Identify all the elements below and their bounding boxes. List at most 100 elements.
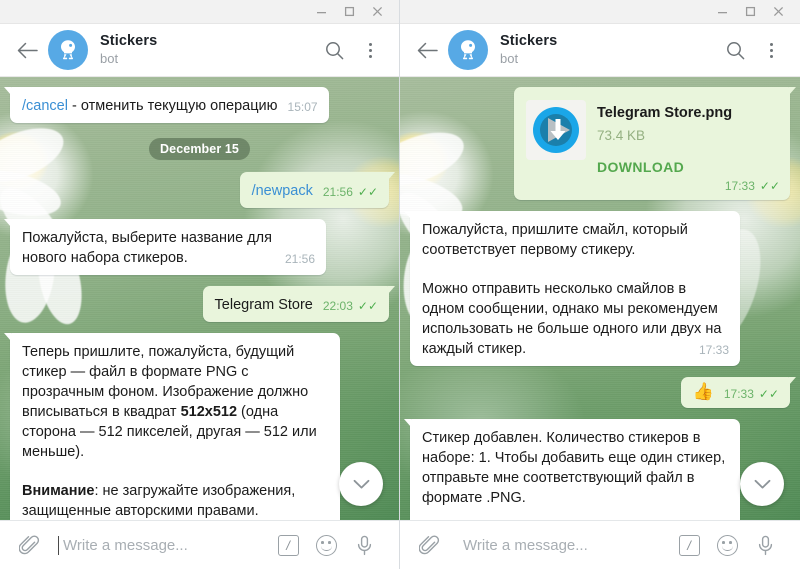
scroll-to-bottom-button[interactable] [740,462,784,506]
minimize-button[interactable] [708,1,736,23]
maximize-button[interactable] [335,1,363,23]
message-bubble[interactable]: Теперь пришлите, пожалуйста, будущий сти… [4,333,340,520]
timestamp: 15:07 [287,100,318,114]
message-list-left[interactable]: /cancel - отменить текущую операцию 15:07… [0,77,399,520]
message-row[interactable]: /newpack 21:56 ✓✓ [10,172,396,208]
message-bubble[interactable]: Пожалуйста, пришлите смайл, который соот… [404,211,740,366]
message-meta: 21:56 [285,250,315,268]
page-title: Stickers [100,33,158,50]
peer-info[interactable]: Stickers bot [500,33,714,67]
smiley-icon[interactable] [307,530,345,560]
emoji-content: 👍 [692,382,714,401]
close-button[interactable] [363,1,391,23]
command-link[interactable]: /newpack [252,183,313,199]
message-bubble[interactable]: /newpack 21:56 ✓✓ [239,172,396,208]
message-row[interactable]: /cancel - отменить текущую операцию 15:07 [4,87,389,123]
download-file-icon [526,100,586,160]
download-link[interactable]: DOWNLOAD [597,157,732,177]
message-bubble[interactable]: Стикер добавлен. Количество стикеров в н… [404,419,740,520]
more-vertical-icon[interactable] [355,35,385,65]
message-meta: 15:07 [288,98,318,116]
more-vertical-icon[interactable] [756,35,786,65]
message-meta: 22:03 ✓✓ [323,297,378,315]
message-placeholder: Write a message... [463,536,588,554]
slash-glyph: / [277,534,299,556]
message-row[interactable]: Пожалуйста, пришлите смайл, который соот… [404,211,790,366]
file-size: 73.4 KB [597,128,646,143]
peer-status: bot [500,50,519,66]
smiley-icon[interactable] [708,530,746,560]
slash-glyph: / [678,534,700,556]
message-meta: 21:56 ✓✓ [323,183,378,201]
message-placeholder: Write a message... [63,536,188,554]
chat-area-left: /cancel - отменить текущую операцию 15:07… [0,77,399,520]
message-row[interactable]: Telegram Store 22:03 ✓✓ [10,286,396,322]
message-list-right[interactable]: Telegram Store.png 73.4 KB DOWNLOAD 17:3… [400,77,800,520]
message-row[interactable]: Telegram Store.png 73.4 KB DOWNLOAD 17:3… [410,87,796,200]
message-row[interactable]: Стикер добавлен. Количество стикеров в н… [404,419,790,520]
message-paragraph: Можно отправить несколько смайлов в одно… [422,279,729,359]
file-attachment[interactable]: Telegram Store.png 73.4 KB DOWNLOAD [522,95,780,179]
search-input[interactable]: Write a message... [44,535,269,555]
microphone-icon[interactable] [345,530,383,560]
chat-header-right: Stickers bot [400,24,800,77]
message-bubble[interactable]: Telegram Store 22:03 ✓✓ [202,286,396,322]
message-paragraph: Стикер добавлен. Количество стикеров в н… [422,430,726,506]
search-icon[interactable] [720,35,750,65]
read-ticks-icon: ✓✓ [357,185,378,199]
maximize-button[interactable] [736,1,764,23]
back-arrow-icon[interactable] [10,33,44,67]
paperclip-icon[interactable] [14,535,44,556]
telegram-window-right: Stickers bot Telegram Store.png 73.4 KB … [400,0,800,569]
message-paragraph: Внимание: не загружайте изображения, защ… [22,481,329,520]
timestamp: 17:33 [724,179,755,193]
chat-header-left: Stickers bot [0,24,399,77]
title-bar-left [0,0,399,24]
file-name: Telegram Store.png [597,105,733,121]
message-meta: 17:33 ✓✓ [725,177,780,195]
page-title: Stickers [500,33,558,50]
timestamp: 22:03 [322,299,353,313]
composer-left: Write a message... / [0,520,399,569]
date-separator-row: December 15 [10,138,389,160]
read-ticks-icon: ✓✓ [759,179,780,193]
message-meta: 17:33 ✓✓ [724,385,779,403]
message-row[interactable]: Теперь пришлите, пожалуйста, будущий сти… [4,333,389,520]
message-text: Telegram Store [214,297,313,313]
message-row[interactable]: 👍 17:33 ✓✓ [410,377,797,408]
peer-info[interactable]: Stickers bot [100,33,313,67]
message-row[interactable]: Пожалуйста, выберите название для нового… [4,219,389,275]
search-icon[interactable] [319,35,349,65]
read-ticks-icon: ✓✓ [357,299,378,313]
search-input[interactable]: Write a message... [444,536,670,555]
message-text: Можно отправить несколько смайлов в одно… [422,281,722,357]
slash-command-icon[interactable]: / [269,530,307,560]
minimize-button[interactable] [307,1,335,23]
title-bar-right [400,0,800,24]
paperclip-icon[interactable] [414,535,444,556]
peer-status: bot [100,50,119,66]
file-message-bubble[interactable]: Telegram Store.png 73.4 KB DOWNLOAD 17:3… [514,87,796,200]
message-bold: Внимание [22,483,95,499]
close-button[interactable] [764,1,792,23]
back-arrow-icon[interactable] [410,33,444,67]
message-bold: 512x512 [180,404,238,420]
message-text: Пожалуйста, выберите название для нового… [22,230,272,266]
timestamp: 21:56 [284,252,315,266]
scroll-to-bottom-button[interactable] [339,462,383,506]
message-bubble[interactable]: 👍 17:33 ✓✓ [680,377,797,408]
bot-duck-avatar[interactable] [448,30,488,70]
slash-command-icon[interactable]: / [670,530,708,560]
message-bubble[interactable]: Пожалуйста, выберите название для нового… [4,219,326,275]
command-link[interactable]: /cancel [22,98,68,114]
timestamp: 17:33 [698,343,729,357]
file-info: Telegram Store.png 73.4 KB DOWNLOAD [597,100,732,177]
message-bubble[interactable]: /cancel - отменить текущую операцию 15:07 [4,87,329,123]
microphone-icon[interactable] [746,530,784,560]
telegram-window-left: Stickers bot /cancel - отменить текущую … [0,0,400,569]
timestamp: 17:33 [723,387,754,401]
message-paragraph: Теперь пришлите, пожалуйста, будущий сти… [22,342,329,462]
bot-duck-avatar[interactable] [48,30,88,70]
chat-area-right: Telegram Store.png 73.4 KB DOWNLOAD 17:3… [400,77,800,520]
text-caret [58,535,59,555]
